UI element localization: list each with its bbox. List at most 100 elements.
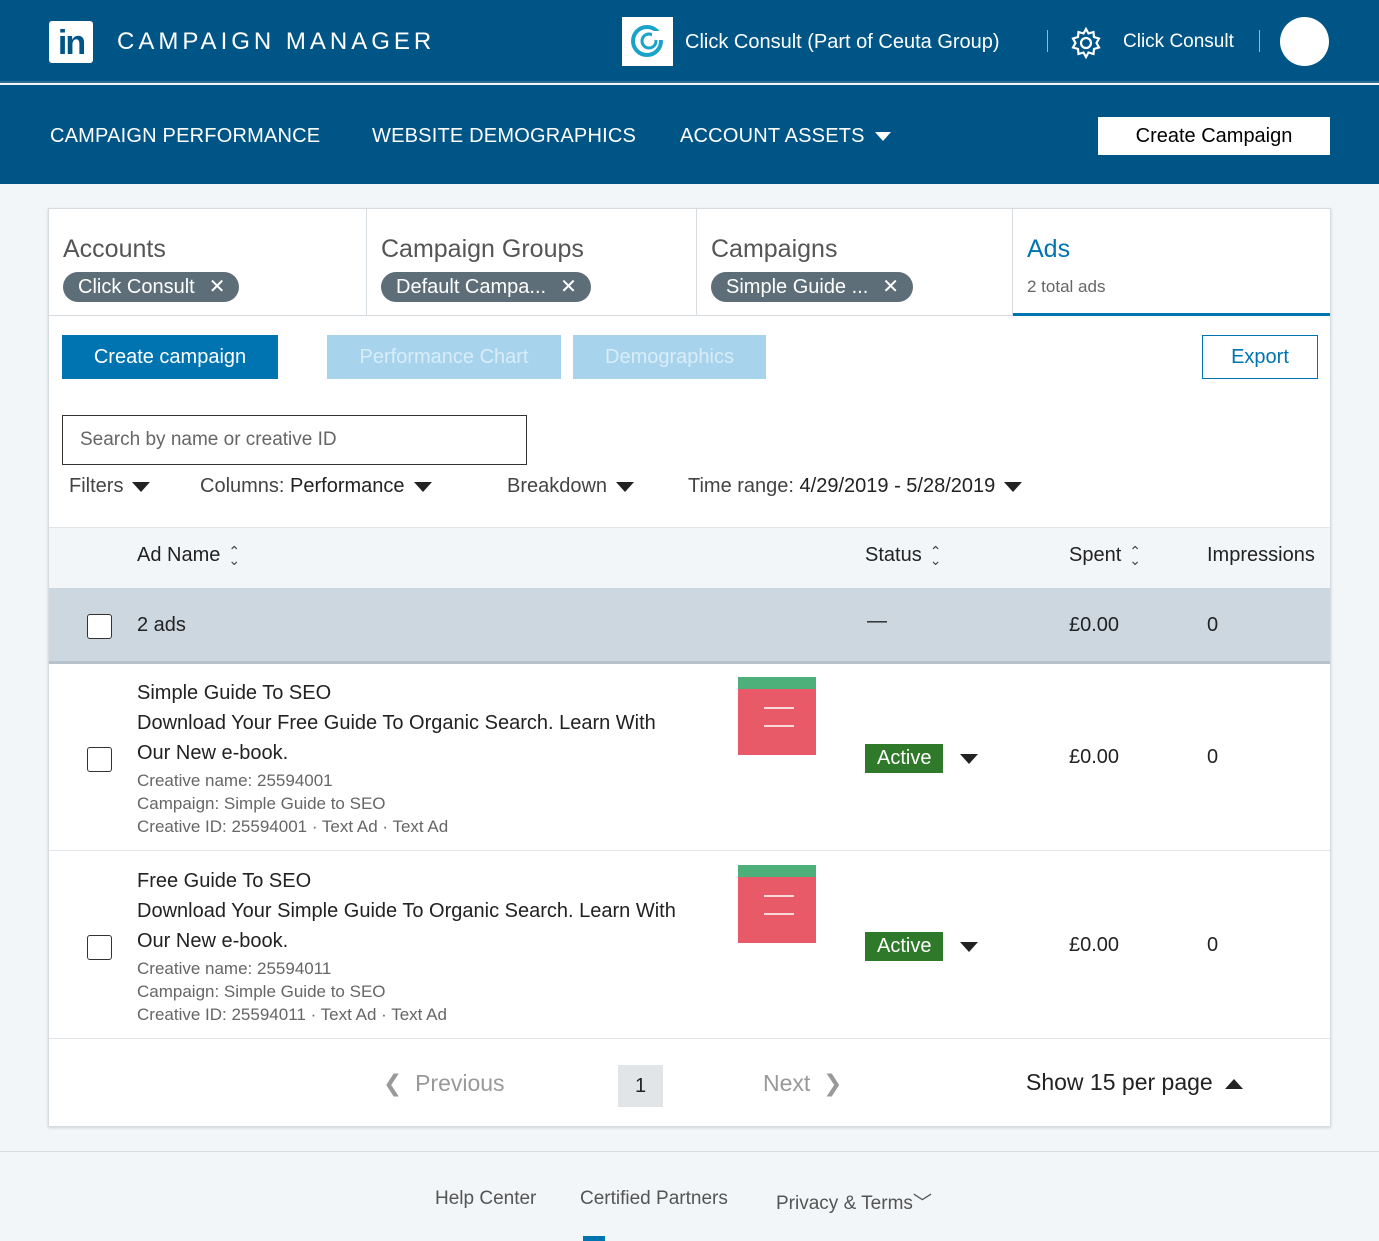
campaign-name: Campaign: Simple Guide to SEO	[137, 982, 386, 1001]
ad-title[interactable]: Free Guide To SEO	[137, 866, 311, 896]
creative-name: Creative name: 25594001	[137, 771, 333, 790]
total-ads-count: 2 total ads	[1027, 277, 1106, 296]
divider	[1259, 30, 1260, 52]
thumbnail-stripe	[738, 865, 816, 877]
summary-spent: £0.00	[1069, 614, 1120, 636]
per-page-dropdown[interactable]: Show 15 per page	[1026, 1069, 1243, 1096]
campaign-name: Campaign: Simple Guide to SEO	[137, 794, 386, 813]
chevron-down-icon[interactable]	[960, 942, 978, 952]
column-header-status[interactable]: Status ⌃ ⌄	[865, 544, 941, 567]
close-icon[interactable]: ✕	[560, 276, 577, 298]
sort-icon[interactable]: ⌃ ⌄	[930, 544, 942, 567]
chevron-left-icon: ❮	[383, 1070, 403, 1096]
sort-icon[interactable]: ⌃ ⌄	[1129, 544, 1141, 567]
breakdown-dropdown[interactable]: Breakdown	[507, 475, 635, 498]
thumbnail-stripe	[738, 677, 816, 689]
breadcrumb-title: Ads	[1027, 235, 1071, 263]
creative-id: Creative ID: 25594011 · Text Ad · Text A…	[137, 1005, 447, 1024]
header-label: Ad Name	[137, 544, 221, 566]
column-header-spent[interactable]: Spent ⌃ ⌄	[1069, 544, 1141, 567]
chevron-down-icon	[1004, 481, 1023, 492]
chip-label: Default Campa...	[396, 276, 547, 298]
chip-label: Simple Guide ...	[726, 276, 869, 298]
chevron-down-icon	[132, 481, 151, 492]
status-badge[interactable]: Active	[865, 932, 944, 961]
time-range-label: Time range:	[688, 475, 794, 497]
ad-thumbnail[interactable]	[738, 865, 816, 943]
user-name[interactable]: Click Consult	[1123, 31, 1234, 53]
divider	[1047, 30, 1048, 52]
account-name[interactable]: Click Consult (Part of Ceuta Group)	[685, 31, 1000, 54]
table-row: Free Guide To SEO Download Your Simple G…	[49, 852, 1330, 1039]
time-range-dropdown[interactable]: Time range: 4/29/2019 - 5/28/2019	[688, 475, 1023, 498]
next-label: Next	[763, 1070, 811, 1096]
column-header-impressions[interactable]: Impressions	[1207, 544, 1315, 567]
nav-website-demographics[interactable]: WEBSITE DEMOGRAPHICS	[372, 125, 636, 148]
summary-impressions: 0	[1207, 614, 1219, 636]
nav-account-assets[interactable]: ACCOUNT ASSETS	[680, 125, 891, 148]
footer-certified-partners[interactable]: Certified Partners	[580, 1188, 728, 1210]
gear-icon[interactable]	[1069, 26, 1103, 60]
ad-thumbnail[interactable]	[738, 677, 816, 755]
next-button: Next ❯	[763, 1070, 842, 1097]
select-all-checkbox[interactable]	[87, 614, 112, 639]
summary-status: —	[867, 610, 887, 632]
close-icon[interactable]: ✕	[209, 276, 226, 298]
chevron-down-icon[interactable]	[960, 754, 978, 764]
search-input[interactable]: Search by name or creative ID	[62, 415, 527, 465]
pagination: ❮ Previous 1 Next ❯ Show 15 per page	[49, 1039, 1330, 1126]
create-campaign-button[interactable]: Create Campaign	[1098, 117, 1330, 155]
creative-name: Creative name: 25594011	[137, 959, 332, 978]
breakdown-label: Breakdown	[507, 475, 608, 497]
row-checkbox[interactable]	[87, 747, 112, 772]
breadcrumb-ads[interactable]: Ads 2 total ads	[1013, 209, 1330, 316]
chevron-up-icon	[1224, 1078, 1243, 1089]
breadcrumb-title: Accounts	[63, 235, 166, 263]
time-range-value: 4/29/2019 - 5/28/2019	[799, 475, 996, 497]
page-number[interactable]: 1	[618, 1065, 663, 1107]
header-label: Spent	[1069, 544, 1122, 566]
create-campaign-button[interactable]: Create campaign	[62, 335, 278, 379]
filter-chip-campaign[interactable]: Simple Guide ... ✕	[711, 272, 914, 302]
breadcrumb-campaigns[interactable]: Campaigns Simple Guide ... ✕	[697, 209, 1013, 316]
avatar[interactable]	[1280, 17, 1329, 66]
per-page-label: Show 15 per page	[1026, 1069, 1213, 1095]
column-header-ad-name[interactable]: Ad Name ⌃ ⌄	[137, 544, 240, 567]
filter-chip-campaign-group[interactable]: Default Campa... ✕	[381, 272, 591, 302]
chevron-down-icon	[413, 481, 432, 492]
export-button[interactable]: Export	[1202, 335, 1318, 379]
sort-icon[interactable]: ⌃ ⌄	[228, 544, 240, 567]
status-badge[interactable]: Active	[865, 744, 944, 773]
nav-campaign-performance[interactable]: CAMPAIGN PERFORMANCE	[50, 125, 320, 148]
account-logo-icon[interactable]	[622, 17, 673, 66]
thumbnail-lines	[764, 707, 794, 727]
breadcrumb-accounts[interactable]: Accounts Click Consult ✕	[49, 209, 367, 316]
close-icon[interactable]: ✕	[882, 276, 899, 298]
filter-chip-account[interactable]: Click Consult ✕	[63, 272, 240, 302]
spent-value: £0.00	[1069, 746, 1120, 768]
ad-title[interactable]: Simple Guide To SEO	[137, 678, 331, 708]
row-checkbox[interactable]	[87, 935, 112, 960]
app-title: CAMPAIGN MANAGER	[117, 28, 436, 55]
table-header: Ad Name ⌃ ⌄ Status ⌃ ⌄ Spent ⌃ ⌄ Impressions	[49, 527, 1330, 588]
table-row: Simple Guide To SEO Download Your Free G…	[49, 664, 1330, 851]
chevron-down-icon: ﹀	[912, 1193, 932, 1214]
footer-privacy-terms[interactable]: Privacy & Terms﹀	[776, 1188, 932, 1215]
main-nav: CAMPAIGN PERFORMANCE WEBSITE DEMOGRAPHIC…	[0, 85, 1379, 184]
top-bar: in CAMPAIGN MANAGER Click Consult (Part …	[0, 0, 1379, 83]
footer-help-center[interactable]: Help Center	[435, 1188, 536, 1210]
filters-dropdown[interactable]: Filters	[69, 475, 151, 498]
ad-description: Our New e-book.	[137, 930, 289, 952]
breadcrumb-campaign-groups[interactable]: Campaign Groups Default Campa... ✕	[367, 209, 697, 316]
columns-dropdown[interactable]: Columns: Performance	[200, 475, 432, 498]
linkedin-logo[interactable]: in	[49, 21, 93, 63]
summary-row: 2 ads — £0.00 0	[49, 588, 1330, 664]
demographics-button: Demographics	[573, 335, 766, 379]
columns-label: Columns:	[200, 475, 285, 497]
ad-description: Download Your Free Guide To Organic Sear…	[137, 712, 656, 734]
filters-label: Filters	[69, 475, 124, 497]
header-label: Status	[865, 544, 922, 566]
ads-panel: Accounts Click Consult ✕ Campaign Groups …	[48, 208, 1331, 1127]
chip-label: Click Consult	[78, 276, 195, 298]
summary-label: 2 ads	[137, 614, 186, 636]
